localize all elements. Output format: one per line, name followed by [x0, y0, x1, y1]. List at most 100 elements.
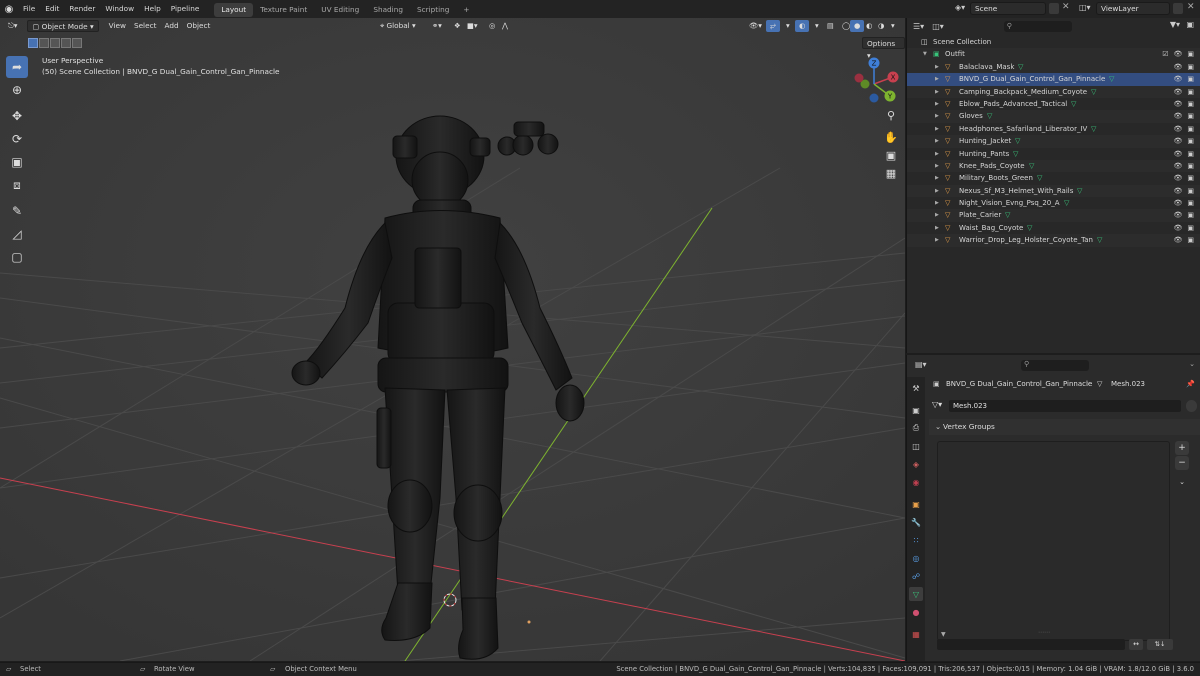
shading-dropdown-icon[interactable]: ▾ [887, 20, 899, 32]
menu-render[interactable]: Render [64, 0, 100, 18]
camera-icon[interactable]: ▣ [1187, 48, 1194, 60]
copy-layer-icon[interactable] [1173, 3, 1183, 14]
close-icon[interactable]: ✕ [1062, 2, 1070, 12]
eye-icon[interactable]: 👁 [1173, 123, 1182, 135]
neg-z-axis-icon[interactable] [869, 93, 879, 103]
eye-icon[interactable]: 👁 [1173, 172, 1182, 184]
mesh-modifier-icon[interactable]: ▽ [1005, 209, 1010, 221]
menu-window[interactable]: Window [100, 0, 139, 18]
transform-tool-icon[interactable]: ⧈ [6, 174, 28, 196]
measure-tool-icon[interactable]: ◿ [6, 223, 28, 245]
mesh-modifier-icon[interactable]: ▽ [1013, 148, 1018, 160]
list-resize-icon[interactable]: ▼ [941, 631, 946, 638]
expand-right-icon[interactable]: ▶ [935, 197, 939, 209]
select-intersect-icon[interactable] [72, 38, 82, 48]
eye-icon[interactable]: 👁 [1173, 61, 1182, 73]
visibility-icon[interactable]: 👁▾ [745, 20, 766, 32]
annotate-tool-icon[interactable]: ✎ [6, 200, 28, 222]
mesh-modifier-icon[interactable]: ▽ [1037, 172, 1042, 184]
scene-icon[interactable]: ◈▾ [955, 3, 965, 12]
expand-right-icon[interactable]: ▶ [935, 148, 939, 160]
outliner-object-row[interactable]: ▶ ▽ Nexus_Sf_M3_Helmet_With_Rails 👁 ▣ ▽ [907, 184, 1200, 198]
falloff-icon[interactable]: ⋀ [498, 20, 512, 32]
camera-view-icon[interactable]: ▣ [882, 146, 900, 164]
tool-tab-icon[interactable]: ⚒ [909, 381, 923, 395]
pivot-icon[interactable]: ⚭▾ [428, 20, 446, 32]
tab-texture-paint[interactable]: Texture Paint [253, 3, 314, 17]
camera-icon[interactable]: ▣ [1187, 110, 1194, 122]
outliner-object-row[interactable]: ▶ ▽ Hunting_Pants 👁 ▣ ▽ [907, 148, 1200, 160]
outliner-object-row[interactable]: ▶ ▽ Gloves 👁 ▣ ▽ [907, 110, 1200, 123]
eye-icon[interactable]: 👁 [1173, 185, 1182, 197]
vertex-groups-panel-header[interactable]: ⌄ Vertex Groups [929, 419, 1200, 435]
menu-edit[interactable]: Edit [40, 0, 64, 18]
expand-right-icon[interactable]: ▶ [935, 86, 939, 98]
outliner-search-input[interactable]: ⚲ [1003, 20, 1072, 32]
modifier-tab-icon[interactable]: 🔧 [909, 515, 923, 529]
cursor-tool-icon[interactable]: ⊕ [6, 79, 28, 101]
blender-logo-icon[interactable]: ◉ [0, 0, 18, 18]
eye-icon[interactable]: 👁 [1173, 135, 1182, 147]
select-extend-icon[interactable] [39, 38, 49, 48]
eye-icon[interactable]: 👁 [1173, 48, 1182, 60]
outliner-object-row[interactable]: ▶ ▽ Plate_Carier 👁 ▣ ▽ [907, 209, 1200, 222]
expand-right-icon[interactable]: ▶ [935, 73, 939, 85]
eye-icon[interactable]: 👁 [1173, 222, 1182, 234]
ortho-grid-icon[interactable]: ▦ [882, 164, 900, 182]
eye-icon[interactable]: 👁 [1173, 148, 1182, 160]
remove-vertex-group-button[interactable]: − [1175, 456, 1189, 470]
pin-icon[interactable]: 📌 [1186, 377, 1195, 391]
expand-right-icon[interactable]: ▶ [935, 222, 939, 234]
object-tab-icon[interactable]: ▣ [909, 497, 923, 511]
constraints-tab-icon[interactable]: ☍ [909, 569, 923, 583]
expand-right-icon[interactable]: ▶ [935, 135, 939, 147]
mesh-modifier-icon[interactable]: ▽ [1018, 61, 1023, 73]
orientation-selector[interactable]: ⌖ Global ▾ [376, 20, 420, 32]
close-layer-icon[interactable]: ✕ [1187, 2, 1195, 12]
rotate-tool-icon[interactable]: ⟳ [6, 128, 28, 150]
outliner-object-row[interactable]: ▶ ▽ Headphones_Safariland_Liberator_IV 👁 ▣ ▽ [907, 123, 1200, 135]
outliner-object-row[interactable]: ▶ ▽ Warrior_Drop_Leg_Holster_Coyote_Tan 👁 ▣ ▽ [907, 234, 1200, 247]
expand-right-icon[interactable]: ▶ [935, 98, 939, 110]
menu-object[interactable]: Object [183, 20, 215, 32]
outliner-object-row[interactable]: ▶ ▽ Camping_Backpack_Medium_Coyote 👁 ▣ ▽ [907, 85, 1200, 98]
camera-icon[interactable]: ▣ [1187, 123, 1194, 135]
camera-icon[interactable]: ▣ [1187, 160, 1194, 172]
list-specials-icon[interactable]: ⌄ [1175, 475, 1189, 489]
add-workspace-button[interactable]: + [456, 3, 476, 17]
filter-field[interactable] [937, 639, 1125, 650]
output-tab-icon[interactable]: ⎙ [909, 421, 923, 435]
scene-tab-icon[interactable]: ◈ [909, 457, 923, 471]
eye-icon[interactable]: 👁 [1173, 234, 1182, 246]
scale-tool-icon[interactable]: ▣ [6, 151, 28, 173]
outliner-editor-icon[interactable]: ☰▾ [913, 22, 924, 31]
options-button[interactable]: Options ▾ [862, 37, 905, 60]
camera-icon[interactable]: ▣ [1187, 197, 1194, 209]
expand-right-icon[interactable]: ▶ [935, 172, 939, 184]
tab-scripting[interactable]: Scripting [410, 3, 456, 17]
editor-type-icon[interactable]: ⎋▾ [4, 20, 21, 32]
outliner-object-row[interactable]: ▶ ▽ Hunting_Jacket 👁 ▣ ▽ [907, 135, 1200, 148]
outliner-collection-outfit[interactable]: ▼ ▣ Outfit ☑ 👁 ▣ [907, 48, 1200, 61]
mesh-modifier-icon[interactable]: ▽ [1071, 98, 1076, 110]
tab-uv-editing[interactable]: UV Editing [314, 3, 366, 17]
menu-add[interactable]: Add [160, 20, 182, 32]
pan-hand-icon[interactable]: ✋ [882, 128, 900, 146]
mesh-modifier-icon[interactable]: ▽ [1091, 123, 1096, 135]
view-layer-selector[interactable]: ViewLayer [1096, 2, 1170, 15]
eye-icon[interactable]: 👁 [1173, 197, 1182, 209]
world-tab-icon[interactable]: ◉ [909, 475, 923, 489]
snap-target-icon[interactable]: ■▾ [463, 20, 482, 32]
camera-icon[interactable]: ▣ [1187, 98, 1194, 110]
mesh-modifier-icon[interactable]: ▽ [1027, 222, 1032, 234]
filter-invert-icon[interactable]: ↔ [1129, 639, 1143, 650]
mesh-modifier-icon[interactable]: ▽ [987, 110, 992, 122]
mesh-modifier-icon[interactable]: ▽ [1064, 197, 1069, 209]
add-cube-tool-icon[interactable]: ▢ [6, 246, 28, 268]
zoom-icon[interactable]: ⚲ [882, 106, 900, 124]
eye-icon[interactable]: 👁 [1173, 86, 1182, 98]
mesh-data-tab-icon[interactable]: ▽ [909, 587, 923, 601]
camera-icon[interactable]: ▣ [1187, 172, 1194, 184]
eye-icon[interactable]: 👁 [1173, 73, 1182, 85]
sort-alpha-icon[interactable]: ⇅↓ [1147, 639, 1173, 650]
